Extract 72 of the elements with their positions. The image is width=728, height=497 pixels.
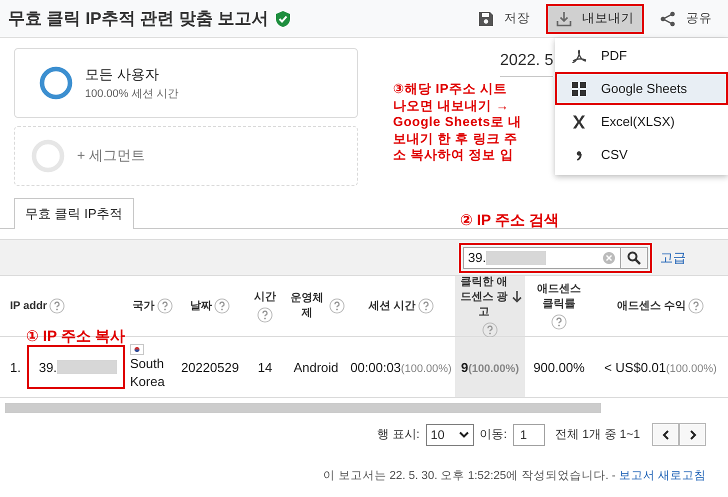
sort-down-icon bbox=[512, 291, 522, 303]
grid-icon bbox=[571, 80, 587, 96]
search-button[interactable] bbox=[621, 246, 648, 268]
advanced-link[interactable]: 고급 bbox=[660, 248, 686, 266]
tab[interactable]: 무효 클릭 IP추적 bbox=[14, 198, 134, 229]
page-range: 전체 1개 중 1~1 bbox=[554, 426, 640, 443]
help-icon bbox=[482, 322, 498, 338]
help-icon bbox=[49, 298, 66, 314]
horizontal-scrollbar[interactable] bbox=[5, 403, 601, 413]
table-cell: 00:00:03(100.00%) bbox=[350, 360, 452, 374]
x-icon bbox=[571, 114, 587, 130]
segment-name: 모든 사용자 bbox=[85, 66, 160, 84]
goto-field[interactable]: 1 bbox=[512, 424, 545, 446]
column-header[interactable]: 국가 bbox=[132, 298, 154, 314]
column-header[interactable]: 애드센스 클릭률 bbox=[531, 282, 587, 312]
date-range[interactable]: 2022. 5 bbox=[500, 52, 554, 77]
table-cell: Android bbox=[294, 360, 338, 374]
help-icon bbox=[688, 298, 704, 314]
column-header[interactable]: 세션 시간 bbox=[368, 298, 416, 314]
add-segment-card[interactable]: + 세그먼트 bbox=[14, 126, 358, 186]
table-cell: 39. bbox=[38, 360, 57, 374]
annotation-text: ③해당 IP주소 시트 나오면 내보내기 → Google Sheets로 내 보내기 한 후 링크 주 소 복사하여 정보 입 bbox=[393, 81, 522, 164]
column-header[interactable]: 애드센스 수익 bbox=[616, 298, 686, 314]
search-field[interactable]: 39. bbox=[463, 246, 621, 268]
share-button[interactable]: 공유 bbox=[650, 4, 722, 34]
table-cell: < US$0.01(100.00%) bbox=[604, 360, 717, 374]
table-cell-text: South Korea bbox=[130, 354, 166, 390]
report-title: 무효 클릭 IP추적 관련 맞춤 보고서 bbox=[8, 8, 269, 30]
help-icon bbox=[156, 298, 172, 314]
menu-item[interactable]: CSV bbox=[555, 138, 728, 171]
table-cell: 20220529 bbox=[181, 360, 239, 374]
chevron-left-icon bbox=[662, 430, 670, 440]
report-timestamp: 이 보고서는 22. 5. 30. 오후 1:52:25에 작성되었습니다. - bbox=[323, 470, 617, 482]
help-icon bbox=[214, 298, 230, 314]
segment-detail: 100.00% 세션 시간 bbox=[85, 86, 179, 100]
save-button[interactable]: 저장 bbox=[468, 4, 540, 34]
menu-item[interactable]: Google Sheets bbox=[555, 72, 728, 105]
search-icon bbox=[627, 250, 641, 264]
add-segment-label: + 세그먼트 bbox=[77, 147, 146, 165]
ring-icon bbox=[39, 66, 73, 100]
column-header[interactable]: 운영체제 bbox=[287, 291, 327, 321]
clear-icon bbox=[602, 250, 616, 264]
goto-label: 이동: bbox=[480, 426, 507, 443]
pdf-icon bbox=[571, 48, 587, 64]
rows-select[interactable]: 10 bbox=[426, 424, 474, 446]
column-header[interactable]: 날짜 bbox=[190, 298, 212, 314]
export-button[interactable]: 내보내기 bbox=[546, 4, 644, 34]
download-icon bbox=[556, 10, 572, 26]
help-icon bbox=[418, 298, 434, 314]
save-icon bbox=[478, 10, 494, 26]
menu-item[interactable]: Excel(XLSX) bbox=[555, 105, 728, 138]
rows-label: 행 표시: bbox=[376, 426, 420, 443]
chevron-right-icon bbox=[688, 430, 696, 440]
next-button[interactable] bbox=[679, 423, 706, 446]
help-icon bbox=[329, 298, 345, 314]
row-number: 1. bbox=[10, 360, 21, 374]
menu-item[interactable]: PDF bbox=[555, 39, 728, 72]
previous-button[interactable] bbox=[652, 423, 679, 446]
help-icon bbox=[551, 314, 567, 330]
flag-icon bbox=[130, 344, 144, 354]
annotation-text: ② IP 주소 검색 bbox=[460, 211, 560, 230]
table-cell: 9(100.00%) bbox=[461, 360, 519, 374]
table-cell: 900.00% bbox=[533, 360, 585, 374]
column-header[interactable]: IP addr bbox=[10, 298, 48, 314]
table-cell: 14 bbox=[258, 360, 272, 374]
annotation-text: ① IP 주소 복사 bbox=[26, 327, 126, 346]
ring-icon bbox=[31, 139, 65, 173]
help-icon bbox=[257, 306, 273, 322]
refresh-link[interactable]: 보고서 새로고침 bbox=[618, 470, 706, 482]
chevron-down-icon bbox=[458, 430, 469, 438]
column-header[interactable]: 시간 bbox=[254, 290, 276, 304]
share-icon bbox=[660, 10, 676, 26]
